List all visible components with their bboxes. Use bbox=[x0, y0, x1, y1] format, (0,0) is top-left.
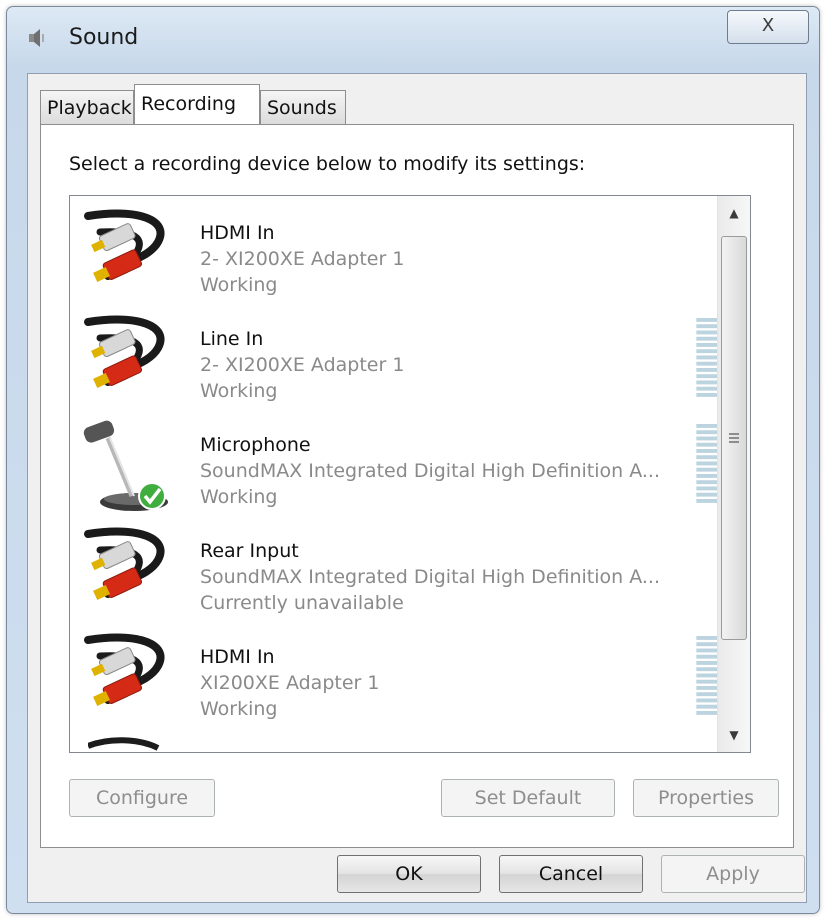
scroll-thumb[interactable] bbox=[721, 236, 747, 640]
cancel-button[interactable]: Cancel bbox=[499, 855, 643, 893]
title-bar[interactable]: Sound X bbox=[7, 7, 819, 67]
default-check-icon bbox=[138, 482, 166, 510]
microphone-icon bbox=[83, 420, 168, 511]
device-list-item[interactable]: HDMI In XI200XE Adapter 1 Working bbox=[70, 628, 724, 734]
close-icon: X bbox=[761, 15, 775, 36]
rca-cable-icon bbox=[84, 527, 165, 600]
device-list-item[interactable]: Line In 2- XI200XE Adapter 1 Working bbox=[70, 310, 724, 416]
device-list-item[interactable]: Microphone SoundMAX Integrated Digital Hi… bbox=[70, 416, 724, 522]
speaker-icon bbox=[29, 29, 44, 47]
tab-recording[interactable]: Recording bbox=[134, 84, 260, 124]
configure-button[interactable]: Configure bbox=[69, 779, 215, 817]
scroll-grip-icon bbox=[729, 433, 739, 443]
device-name: HDMI In bbox=[200, 646, 275, 668]
device-list-item[interactable]: Rear Input SoundMAX Integrated Digital Hi… bbox=[70, 522, 720, 628]
device-status: Working bbox=[200, 274, 278, 296]
rca-cable-icon bbox=[88, 737, 160, 751]
instruction-text: Select a recording device below to modif… bbox=[69, 153, 586, 175]
rca-cable-icon bbox=[84, 209, 165, 282]
set-default-button[interactable]: Set Default bbox=[441, 779, 615, 817]
vertical-scrollbar[interactable]: ▲ ▼ bbox=[717, 196, 750, 752]
device-name: HDMI In bbox=[200, 222, 275, 244]
device-status: Working bbox=[200, 486, 278, 508]
scroll-up-arrow[interactable]: ▲ bbox=[718, 196, 750, 230]
device-list-item[interactable]: HDMI In 2- XI200XE Adapter 1 Working bbox=[70, 204, 720, 310]
device-name: Microphone bbox=[200, 434, 311, 456]
device-description: SoundMAX Integrated Digital High Definit… bbox=[200, 460, 661, 482]
device-name: Rear Input bbox=[200, 540, 299, 562]
device-description: 2- XI200XE Adapter 1 bbox=[200, 354, 405, 376]
device-description: SoundMAX Integrated Digital High Definit… bbox=[200, 566, 661, 588]
device-status: Working bbox=[200, 380, 278, 402]
close-button[interactable]: X bbox=[727, 10, 809, 44]
device-status: Working bbox=[200, 698, 278, 720]
device-list[interactable]: HDMI In 2- XI200XE Adapter 1 Working Line … bbox=[69, 195, 751, 753]
apply-button[interactable]: Apply bbox=[661, 855, 805, 893]
sound-dialog: Sound X Playback Recording Sounds Select… bbox=[6, 6, 820, 914]
window-title: Sound bbox=[69, 25, 139, 50]
properties-button[interactable]: Properties bbox=[633, 779, 779, 817]
device-description: XI200XE Adapter 1 bbox=[200, 672, 380, 694]
rca-cable-icon bbox=[84, 315, 165, 388]
device-description: 2- XI200XE Adapter 1 bbox=[200, 248, 405, 270]
rca-cable-icon bbox=[84, 633, 165, 706]
client-area: Playback Recording Sounds Select a recor… bbox=[27, 73, 807, 903]
device-name: Line In bbox=[200, 328, 264, 350]
tab-sounds[interactable]: Sounds bbox=[260, 90, 346, 124]
tab-playback[interactable]: Playback bbox=[40, 90, 134, 124]
device-status: Currently unavailable bbox=[200, 592, 404, 614]
recording-panel: Select a recording device below to modif… bbox=[40, 124, 794, 848]
ok-button[interactable]: OK bbox=[337, 855, 481, 893]
scroll-down-arrow[interactable]: ▼ bbox=[718, 718, 750, 752]
